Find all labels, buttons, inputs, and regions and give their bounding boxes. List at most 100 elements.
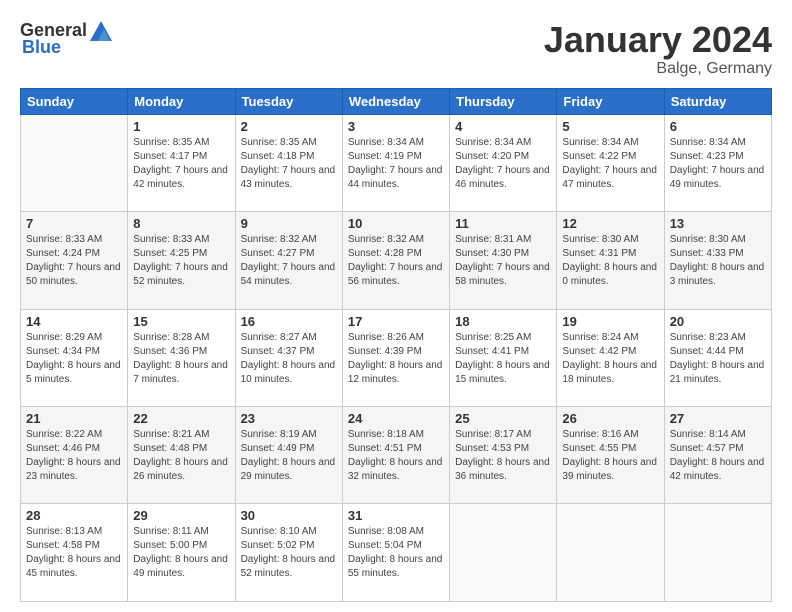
weekday-header-saturday: Saturday	[664, 88, 771, 114]
day-cell: 21 Sunrise: 8:22 AMSunset: 4:46 PMDayligh…	[21, 407, 128, 504]
day-info: Sunrise: 8:34 AMSunset: 4:20 PMDaylight:…	[455, 136, 551, 192]
day-cell: 10 Sunrise: 8:32 AMSunset: 4:28 PMDayligh…	[342, 212, 449, 309]
day-info: Sunrise: 8:22 AMSunset: 4:46 PMDaylight:…	[26, 428, 122, 484]
day-cell: 14Sunrise: 8:29 AMSunset: 4:34 PMDayligh…	[21, 309, 128, 406]
weekday-header-row: SundayMondayTuesdayWednesdayThursdayFrid…	[21, 88, 772, 114]
day-number: 4	[455, 119, 551, 134]
weekday-header-tuesday: Tuesday	[235, 88, 342, 114]
day-info: Sunrise: 8:34 AMSunset: 4:19 PMDaylight:…	[348, 136, 444, 192]
day-info: Sunrise: 8:14 AMSunset: 4:57 PMDaylight:…	[670, 428, 766, 484]
day-cell	[21, 114, 128, 211]
day-info: Sunrise: 8:35 AMSunset: 4:17 PMDaylight:…	[133, 136, 229, 192]
day-number: 15	[133, 314, 229, 329]
day-cell: 11 Sunrise: 8:31 AMSunset: 4:30 PMDayligh…	[450, 212, 557, 309]
week-row-1: 1 Sunrise: 8:35 AMSunset: 4:17 PMDaylight…	[21, 114, 772, 211]
day-info: Sunrise: 8:28 AMSunset: 4:36 PMDaylight:…	[133, 331, 229, 387]
day-number: 18	[455, 314, 551, 329]
day-info: Sunrise: 8:13 AMSunset: 4:58 PMDaylight:…	[26, 525, 122, 581]
day-cell: 5 Sunrise: 8:34 AMSunset: 4:22 PMDaylight…	[557, 114, 664, 211]
day-cell	[450, 504, 557, 602]
day-info: Sunrise: 8:25 AMSunset: 4:41 PMDaylight:…	[455, 331, 551, 387]
day-info: Sunrise: 8:18 AMSunset: 4:51 PMDaylight:…	[348, 428, 444, 484]
day-info: Sunrise: 8:35 AMSunset: 4:18 PMDaylight:…	[241, 136, 337, 192]
week-row-4: 21 Sunrise: 8:22 AMSunset: 4:46 PMDayligh…	[21, 407, 772, 504]
day-number: 21	[26, 411, 122, 426]
week-row-3: 14Sunrise: 8:29 AMSunset: 4:34 PMDayligh…	[21, 309, 772, 406]
day-cell: 16 Sunrise: 8:27 AMSunset: 4:37 PMDayligh…	[235, 309, 342, 406]
day-number: 8	[133, 216, 229, 231]
day-info: Sunrise: 8:10 AMSunset: 5:02 PMDaylight:…	[241, 525, 337, 581]
weekday-header-thursday: Thursday	[450, 88, 557, 114]
day-number: 1	[133, 119, 229, 134]
day-cell: 2 Sunrise: 8:35 AMSunset: 4:18 PMDaylight…	[235, 114, 342, 211]
logo-icon	[90, 21, 112, 41]
day-info: Sunrise: 8:34 AMSunset: 4:23 PMDaylight:…	[670, 136, 766, 192]
weekday-header-wednesday: Wednesday	[342, 88, 449, 114]
day-info: Sunrise: 8:30 AMSunset: 4:31 PMDaylight:…	[562, 233, 658, 289]
day-number: 11	[455, 216, 551, 231]
day-number: 9	[241, 216, 337, 231]
day-cell: 24 Sunrise: 8:18 AMSunset: 4:51 PMDayligh…	[342, 407, 449, 504]
day-number: 14	[26, 314, 122, 329]
day-cell: 13 Sunrise: 8:30 AMSunset: 4:33 PMDayligh…	[664, 212, 771, 309]
day-info: Sunrise: 8:11 AMSunset: 5:00 PMDaylight:…	[133, 525, 229, 581]
day-number: 2	[241, 119, 337, 134]
week-row-2: 7Sunrise: 8:33 AMSunset: 4:24 PMDaylight…	[21, 212, 772, 309]
logo-blue-text: Blue	[22, 37, 61, 58]
day-info: Sunrise: 8:23 AMSunset: 4:44 PMDaylight:…	[670, 331, 766, 387]
day-cell: 25 Sunrise: 8:17 AMSunset: 4:53 PMDayligh…	[450, 407, 557, 504]
title-section: January 2024 Balge, Germany	[544, 20, 772, 78]
day-cell: 23 Sunrise: 8:19 AMSunset: 4:49 PMDayligh…	[235, 407, 342, 504]
weekday-header-friday: Friday	[557, 88, 664, 114]
day-info: Sunrise: 8:33 AMSunset: 4:25 PMDaylight:…	[133, 233, 229, 289]
day-number: 6	[670, 119, 766, 134]
day-number: 24	[348, 411, 444, 426]
day-info: Sunrise: 8:19 AMSunset: 4:49 PMDaylight:…	[241, 428, 337, 484]
day-cell: 31Sunrise: 8:08 AMSunset: 5:04 PMDayligh…	[342, 504, 449, 602]
day-number: 16	[241, 314, 337, 329]
header: General Blue January 2024 Balge, Germany	[20, 20, 772, 78]
day-cell: 3 Sunrise: 8:34 AMSunset: 4:19 PMDaylight…	[342, 114, 449, 211]
day-cell: 7Sunrise: 8:33 AMSunset: 4:24 PMDaylight…	[21, 212, 128, 309]
day-number: 5	[562, 119, 658, 134]
day-info: Sunrise: 8:16 AMSunset: 4:55 PMDaylight:…	[562, 428, 658, 484]
day-cell: 30 Sunrise: 8:10 AMSunset: 5:02 PMDayligh…	[235, 504, 342, 602]
day-number: 20	[670, 314, 766, 329]
day-info: Sunrise: 8:24 AMSunset: 4:42 PMDaylight:…	[562, 331, 658, 387]
day-info: Sunrise: 8:34 AMSunset: 4:22 PMDaylight:…	[562, 136, 658, 192]
day-number: 23	[241, 411, 337, 426]
day-info: Sunrise: 8:26 AMSunset: 4:39 PMDaylight:…	[348, 331, 444, 387]
day-cell: 20 Sunrise: 8:23 AMSunset: 4:44 PMDayligh…	[664, 309, 771, 406]
day-number: 27	[670, 411, 766, 426]
page: General Blue January 2024 Balge, Germany…	[0, 0, 792, 612]
day-number: 13	[670, 216, 766, 231]
day-info: Sunrise: 8:27 AMSunset: 4:37 PMDaylight:…	[241, 331, 337, 387]
day-cell: 1 Sunrise: 8:35 AMSunset: 4:17 PMDaylight…	[128, 114, 235, 211]
day-info: Sunrise: 8:08 AMSunset: 5:04 PMDaylight:…	[348, 525, 444, 581]
day-info: Sunrise: 8:32 AMSunset: 4:27 PMDaylight:…	[241, 233, 337, 289]
day-number: 28	[26, 508, 122, 523]
day-info: Sunrise: 8:33 AMSunset: 4:24 PMDaylight:…	[26, 233, 122, 289]
day-number: 25	[455, 411, 551, 426]
day-cell: 4 Sunrise: 8:34 AMSunset: 4:20 PMDaylight…	[450, 114, 557, 211]
day-cell: 17Sunrise: 8:26 AMSunset: 4:39 PMDayligh…	[342, 309, 449, 406]
day-number: 30	[241, 508, 337, 523]
day-info: Sunrise: 8:32 AMSunset: 4:28 PMDaylight:…	[348, 233, 444, 289]
day-info: Sunrise: 8:17 AMSunset: 4:53 PMDaylight:…	[455, 428, 551, 484]
month-title: January 2024	[544, 20, 772, 60]
day-number: 19	[562, 314, 658, 329]
day-number: 10	[348, 216, 444, 231]
day-number: 3	[348, 119, 444, 134]
day-cell	[664, 504, 771, 602]
day-number: 12	[562, 216, 658, 231]
calendar-table: SundayMondayTuesdayWednesdayThursdayFrid…	[20, 88, 772, 602]
day-info: Sunrise: 8:30 AMSunset: 4:33 PMDaylight:…	[670, 233, 766, 289]
day-number: 22	[133, 411, 229, 426]
day-number: 29	[133, 508, 229, 523]
day-cell: 6 Sunrise: 8:34 AMSunset: 4:23 PMDaylight…	[664, 114, 771, 211]
week-row-5: 28 Sunrise: 8:13 AMSunset: 4:58 PMDayligh…	[21, 504, 772, 602]
day-cell: 15 Sunrise: 8:28 AMSunset: 4:36 PMDayligh…	[128, 309, 235, 406]
weekday-header-sunday: Sunday	[21, 88, 128, 114]
day-info: Sunrise: 8:31 AMSunset: 4:30 PMDaylight:…	[455, 233, 551, 289]
day-cell: 29 Sunrise: 8:11 AMSunset: 5:00 PMDayligh…	[128, 504, 235, 602]
